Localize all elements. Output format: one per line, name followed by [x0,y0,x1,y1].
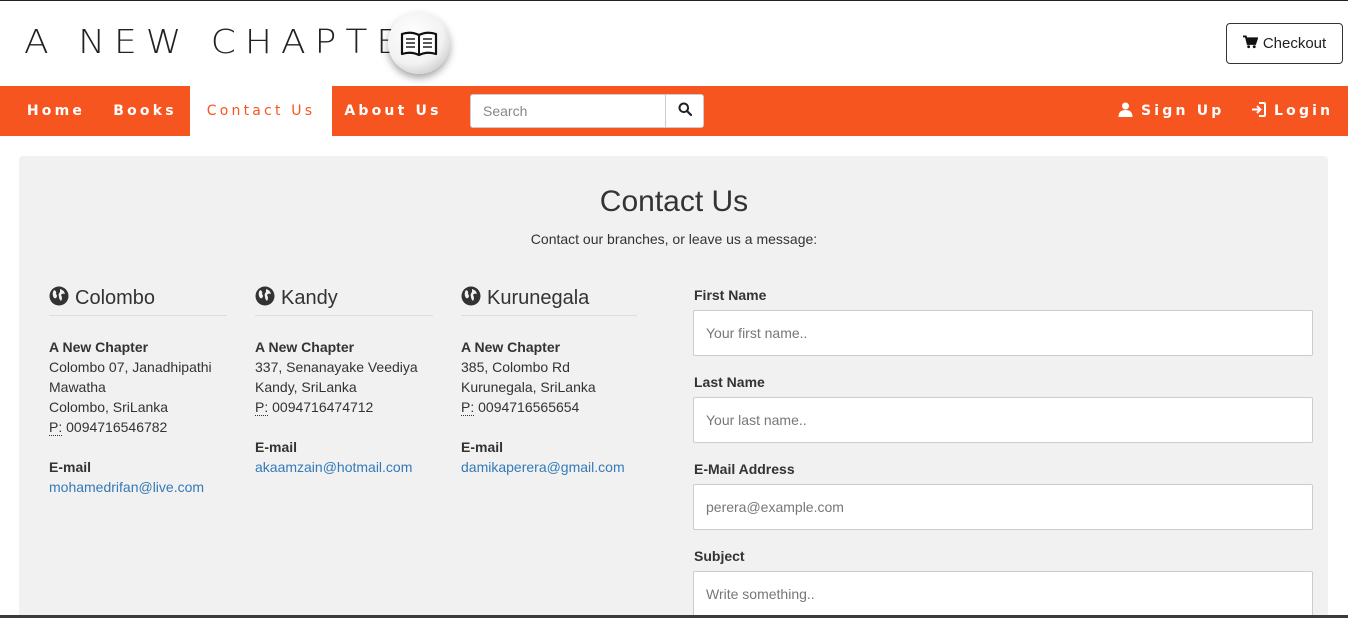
company-name: A New Chapter [255,339,355,355]
address-line: 337, Senanayake Veediya [255,359,418,375]
email-link[interactable]: mohamedrifan@live.com [49,477,227,497]
phone-row: P: 0094716546782 [49,417,227,437]
phone-abbr: P: [255,399,269,416]
subject-field[interactable] [693,571,1313,617]
search-button[interactable] [665,94,704,128]
login-icon [1251,101,1266,121]
last-name-field[interactable] [693,397,1313,443]
address-line: Colombo, SriLanka [49,399,169,415]
branch-name: Kurunegala [487,286,590,309]
branch-heading: Colombo [49,285,227,316]
checkout-label: Checkout [1262,35,1327,52]
address-line: Kurunegala, SriLanka [461,379,596,395]
globe-icon [255,286,275,311]
search-icon [678,102,692,121]
branch-name: Kandy [281,286,338,309]
nav-home[interactable]: Home [14,86,98,136]
email-link[interactable]: damikaperera@gmail.com [461,457,637,477]
last-name-label: Last Name [694,374,765,390]
nav-books[interactable]: Books [100,86,190,136]
company-name: A New Chapter [461,339,561,355]
email-heading: E-mail [49,459,92,475]
email-link[interactable]: akaamzain@hotmail.com [255,457,433,477]
company-name: A New Chapter [49,339,149,355]
phone-abbr: P: [461,399,475,416]
search-form [470,94,704,128]
subject-label: Subject [694,548,745,564]
page-title: Contact Us [599,185,749,218]
site-header: A NEW CHAPTER Checkout [0,2,1348,86]
address-line: Colombo 07, Janadhipathi Mawatha [49,359,212,395]
email-heading: E-mail [255,439,298,455]
branch-kandy: Kandy A New Chapter 337, Senanayake Veed… [255,285,433,477]
nav-login[interactable]: Login [1251,86,1333,136]
globe-icon [49,286,69,311]
sign-up-label: Sign Up [1141,103,1225,119]
login-label: Login [1274,103,1334,119]
page-subtitle: Contact our branches, or leave us a mess… [530,231,818,247]
first-name-label: First Name [694,287,767,303]
phone-row: P: 0094716565654 [461,397,637,417]
branch-kurunegala: Kurunegala A New Chapter 385, Colombo Rd… [461,285,637,477]
branch-name: Colombo [75,286,156,309]
nav-sign-up[interactable]: Sign Up [1118,86,1225,136]
phone-abbr: P: [49,419,63,436]
email-heading: E-mail [461,439,504,455]
first-name-field[interactable] [693,310,1313,356]
branch-heading: Kandy [255,285,433,316]
phone-row: P: 0094716474712 [255,397,433,417]
branch-colombo: Colombo A New Chapter Colombo 07, Janadh… [49,285,227,497]
open-book-icon[interactable] [388,12,450,74]
checkout-button[interactable]: Checkout [1226,23,1343,64]
email-address-label: E-Mail Address [694,461,795,477]
phone-number: 0094716546782 [66,419,168,435]
search-input[interactable] [470,94,665,128]
branch-address: A New Chapter 385, Colombo Rd Kurunegala… [461,337,637,417]
globe-icon [461,286,481,311]
address-line: 385, Colombo Rd [461,359,570,375]
branch-address: A New Chapter Colombo 07, Janadhipathi M… [49,337,227,437]
phone-number: 0094716474712 [272,399,374,415]
nav-contact-us[interactable]: Contact Us [190,86,332,136]
email-field[interactable] [693,484,1313,530]
address-line: Kandy, SriLanka [255,379,357,395]
nav-about-us[interactable]: About Us [332,86,454,136]
main-navbar: Home Books Contact Us About Us Sign Up L… [0,86,1348,136]
logo-text[interactable]: A NEW CHAPTER [24,24,442,62]
cart-icon [1242,34,1259,53]
phone-number: 0094716565654 [478,399,580,415]
branch-heading: Kurunegala [461,285,637,316]
branch-address: A New Chapter 337, Senanayake Veediya Ka… [255,337,433,417]
user-icon [1118,102,1133,121]
